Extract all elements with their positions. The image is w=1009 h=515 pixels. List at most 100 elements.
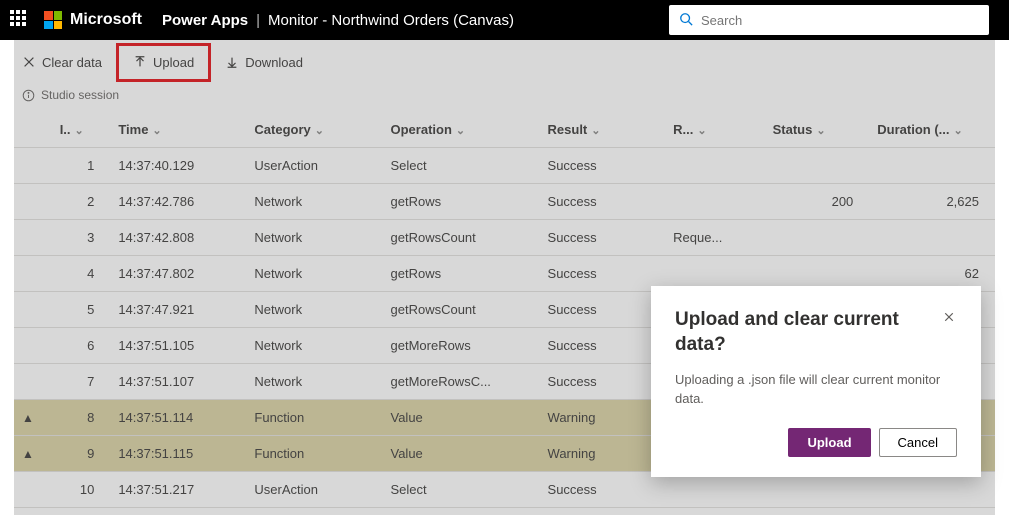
cell-time: 14:37:47.921 [110, 292, 246, 328]
cell-duration [869, 220, 995, 256]
cell-operation: getMoreRowsC... [383, 364, 540, 400]
col-header-r[interactable]: R...⌄ [665, 112, 764, 148]
upload-button[interactable]: Upload [125, 49, 202, 76]
cell-operation: getRows [383, 256, 540, 292]
cell-warn [14, 220, 52, 256]
cell-warn [14, 148, 52, 184]
search-icon [679, 12, 693, 29]
col-header-duration[interactable]: Duration (...⌄ [869, 112, 995, 148]
dialog-upload-button[interactable]: Upload [788, 428, 870, 457]
dialog-body: Uploading a .json file will clear curren… [675, 371, 957, 407]
microsoft-logo-icon [44, 11, 62, 29]
col-header-category[interactable]: Category⌄ [246, 112, 382, 148]
cell-time: 14:37:42.786 [110, 184, 246, 220]
chevron-down-icon: ⌄ [697, 125, 706, 137]
cell-status: 200 [765, 184, 870, 220]
upload-icon [133, 55, 147, 69]
info-icon [22, 89, 35, 102]
cell-id: 5 [52, 292, 111, 328]
cell-result: Success [540, 292, 666, 328]
search-container [669, 5, 989, 35]
chevron-down-icon: ⌄ [456, 125, 465, 137]
upload-highlight-box: Upload [116, 43, 211, 82]
cell-result: Warning [540, 400, 666, 436]
cell-result: Success [540, 472, 666, 508]
dialog-cancel-button[interactable]: Cancel [879, 428, 957, 457]
download-label: Download [245, 55, 303, 70]
cell-operation: getRowsCount [383, 220, 540, 256]
cell-operation: getMoreRows [383, 328, 540, 364]
chevron-down-icon: ⌄ [591, 125, 600, 137]
upload-label: Upload [153, 55, 194, 70]
cell-operation: Value [383, 436, 540, 472]
cell-result: Success [540, 184, 666, 220]
dialog-close-button[interactable] [941, 308, 957, 328]
session-label: Studio session [41, 88, 119, 102]
search-input[interactable] [701, 13, 979, 28]
cell-category: Network [246, 292, 382, 328]
cell-warn [14, 256, 52, 292]
cell-id: 2 [52, 184, 111, 220]
cell-time: 14:37:51.115 [110, 436, 246, 472]
cell-operation: getRowsCount [383, 292, 540, 328]
cell-duration: 2,625 [869, 184, 995, 220]
chevron-down-icon: ⌄ [315, 125, 324, 137]
cell-time: 14:37:51.105 [110, 328, 246, 364]
search-box[interactable] [669, 5, 989, 35]
cell-result: Warning [540, 436, 666, 472]
table-row[interactable]: 314:37:42.808NetworkgetRowsCountSuccessR… [14, 220, 995, 256]
chevron-down-icon: ⌄ [152, 125, 161, 137]
col-header-result[interactable]: Result⌄ [540, 112, 666, 148]
cell-time: 14:37:42.808 [110, 220, 246, 256]
download-icon [225, 55, 239, 69]
cell-operation: Select [383, 472, 540, 508]
table-row[interactable]: 214:37:42.786NetworkgetRowsSuccess 2002,6… [14, 184, 995, 220]
clear-data-button[interactable]: Clear data [14, 49, 110, 76]
top-bar: Microsoft Power Apps | Monitor - Northwi… [0, 0, 1009, 40]
cell-time: 14:37:51.114 [110, 400, 246, 436]
brand-text: Microsoft [70, 11, 142, 29]
cell-id: 3 [52, 220, 111, 256]
cell-category: Network [246, 256, 382, 292]
cell-warn [14, 328, 52, 364]
breadcrumb-app[interactable]: Power Apps [162, 12, 248, 29]
cell-category: Function [246, 400, 382, 436]
cell-id: 1 [52, 148, 111, 184]
cell-warn [14, 292, 52, 328]
cell-time: 14:37:47.802 [110, 256, 246, 292]
table-row[interactable]: 1014:37:51.217UserActionSelectSuccess [14, 472, 995, 508]
cell-id: 4 [52, 256, 111, 292]
col-header-id[interactable]: I..⌄ [52, 112, 111, 148]
col-header-time[interactable]: Time⌄ [110, 112, 246, 148]
cell-category: UserAction [246, 148, 382, 184]
cell-category: Network [246, 184, 382, 220]
warning-icon: ▲ [22, 447, 34, 461]
cell-time: 14:37:51.217 [110, 472, 246, 508]
cell-operation: Value [383, 400, 540, 436]
chevron-down-icon: ⌄ [954, 125, 963, 137]
cell-id: 8 [52, 400, 111, 436]
cell-status [765, 220, 870, 256]
col-header-status[interactable]: Status⌄ [765, 112, 870, 148]
breadcrumb: Power Apps | Monitor - Northwind Orders … [162, 12, 514, 29]
download-button[interactable]: Download [217, 49, 311, 76]
cell-r [665, 472, 764, 508]
col-header-warn[interactable] [14, 112, 52, 148]
cell-duration [869, 148, 995, 184]
cell-result: Success [540, 220, 666, 256]
dialog-title: Upload and clear current data? [675, 308, 941, 357]
warning-icon: ▲ [22, 411, 34, 425]
cell-operation: getRows [383, 184, 540, 220]
cell-category: Network [246, 328, 382, 364]
cell-category: Function [246, 436, 382, 472]
cell-r [665, 184, 764, 220]
col-header-operation[interactable]: Operation⌄ [383, 112, 540, 148]
app-launcher-icon[interactable] [10, 10, 30, 30]
dialog-actions: Upload Cancel [675, 428, 957, 457]
close-icon [943, 311, 955, 323]
cell-warn [14, 184, 52, 220]
table-row[interactable]: 114:37:40.129UserActionSelectSuccess [14, 148, 995, 184]
breadcrumb-separator: | [256, 12, 260, 29]
microsoft-logo: Microsoft [44, 11, 142, 29]
cell-status [765, 148, 870, 184]
